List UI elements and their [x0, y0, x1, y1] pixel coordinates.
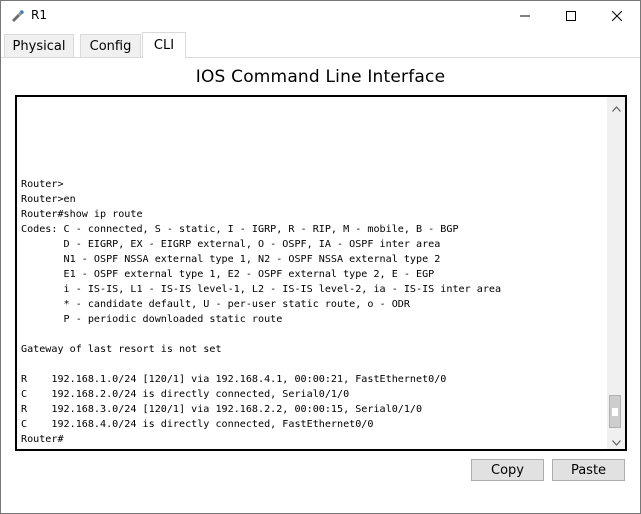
- copy-button[interactable]: Copy: [471, 459, 544, 481]
- tab-cli[interactable]: CLI: [142, 32, 186, 58]
- terminal-line: Gateway of last resort is not set: [21, 344, 222, 355]
- cli-terminal[interactable]: Router> Router>en Router#show ip route Code…: [15, 95, 627, 451]
- paste-button[interactable]: Paste: [552, 459, 625, 481]
- scroll-down-button[interactable]: [607, 431, 625, 449]
- window-title: R1: [31, 8, 47, 22]
- scroll-thumb-grip: [612, 408, 618, 416]
- maximize-button[interactable]: [548, 1, 594, 31]
- terminal-scrollbar[interactable]: [607, 97, 625, 449]
- terminal-line: Router>: [21, 179, 64, 190]
- terminal-line: E1 - OSPF external type 1, E2 - OSPF ext…: [21, 269, 435, 280]
- title-bar[interactable]: R1: [1, 1, 640, 31]
- terminal-line: D - EIGRP, EX - EIGRP external, O - OSPF…: [21, 239, 441, 250]
- chevron-down-icon: [611, 431, 621, 450]
- cli-heading: IOS Command Line Interface: [195, 67, 446, 87]
- close-button[interactable]: [594, 1, 640, 31]
- tab-label: Config: [89, 38, 132, 54]
- terminal-line: C 192.168.4.0/24 is directly connected, …: [21, 419, 374, 430]
- terminal-line: R 192.168.3.0/24 [120/1] via 192.168.2.2…: [21, 404, 423, 415]
- router-window: R1 Physical Config CLI IOS Command Line …: [0, 0, 641, 514]
- tab-config[interactable]: Config: [80, 34, 141, 57]
- terminal-line: * - candidate default, U - per-user stat…: [21, 299, 410, 310]
- terminal-lines: Router> Router>en Router#show ip route Code…: [21, 177, 501, 447]
- tab-label: CLI: [153, 38, 175, 53]
- terminal-line: Router#: [21, 434, 64, 445]
- scroll-up-button[interactable]: [607, 97, 625, 115]
- terminal-line: Codes: C - connected, S - static, I - IG…: [21, 224, 459, 235]
- terminal-line: Router#show ip route: [21, 209, 143, 220]
- terminal-output[interactable]: Router> Router>en Router#show ip route Code…: [21, 97, 605, 449]
- terminal-line: N1 - OSPF NSSA external type 1, N2 - OSP…: [21, 254, 441, 265]
- minimize-icon: [520, 11, 530, 21]
- tab-label: Physical: [12, 38, 66, 54]
- maximize-icon: [566, 11, 576, 21]
- router-icon: [10, 8, 26, 24]
- close-icon: [612, 11, 622, 21]
- copy-button-label: Copy: [491, 462, 524, 478]
- tab-physical[interactable]: Physical: [4, 34, 74, 57]
- terminal-line: P - periodic downloaded static route: [21, 314, 283, 325]
- terminal-line: i - IS-IS, L1 - IS-IS level-1, L2 - IS-I…: [21, 284, 502, 295]
- terminal-line: C 192.168.2.0/24 is directly connected, …: [21, 389, 350, 400]
- scroll-thumb[interactable]: [609, 395, 621, 428]
- chevron-up-icon: [611, 97, 621, 116]
- minimize-button[interactable]: [502, 1, 548, 31]
- terminal-line: R 192.168.1.0/24 [120/1] via 192.168.4.1…: [21, 374, 447, 385]
- terminal-line: Router>en: [21, 194, 76, 205]
- paste-button-label: Paste: [570, 462, 607, 478]
